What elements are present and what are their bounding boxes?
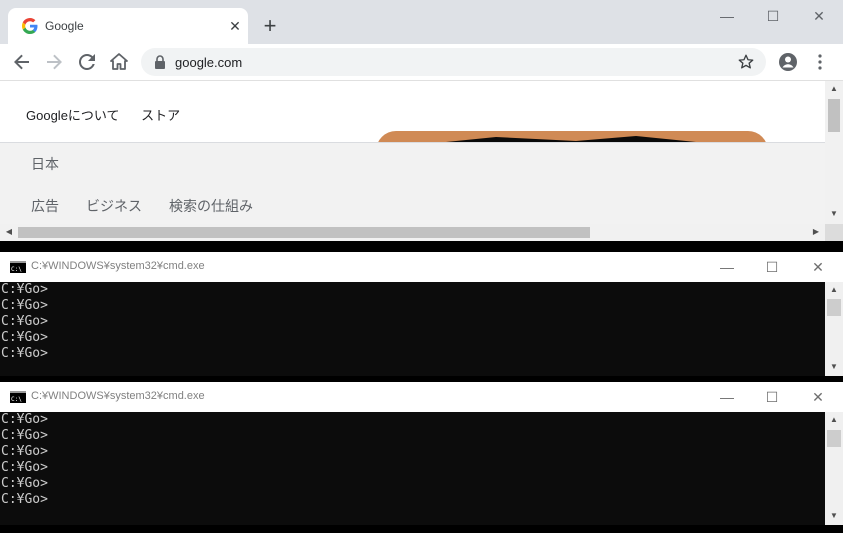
console-line: C:¥Go> bbox=[1, 330, 48, 345]
home-icon bbox=[110, 53, 128, 70]
console-scroll-thumb[interactable] bbox=[827, 299, 841, 316]
console-scroll-thumb[interactable] bbox=[827, 430, 841, 447]
scroll-left-arrow-icon[interactable]: ◀ bbox=[0, 227, 18, 236]
cmd-title: C:¥WINDOWS¥system32¥cmd.exe bbox=[31, 390, 205, 402]
cmd-window-2[interactable]: C:\ C:¥WINDOWS¥system32¥cmd.exe — ☐ ✕ C:… bbox=[0, 382, 843, 525]
forward-button[interactable] bbox=[42, 50, 66, 74]
scroll-up-arrow-icon[interactable]: ▲ bbox=[825, 415, 843, 424]
cmd-app-icon: C:\ bbox=[10, 391, 26, 403]
console-line: C:¥Go> bbox=[1, 314, 48, 329]
maximize-button[interactable]: ☐ bbox=[750, 4, 796, 28]
back-arrow-icon bbox=[14, 54, 29, 70]
google-favicon-icon bbox=[22, 18, 38, 34]
minimize-button[interactable]: — bbox=[704, 4, 750, 28]
scrollbar-corner bbox=[825, 224, 843, 241]
link-store[interactable]: ストア bbox=[141, 108, 180, 123]
scroll-up-arrow-icon[interactable]: ▲ bbox=[825, 84, 843, 93]
maximize-button[interactable]: ☐ bbox=[749, 385, 795, 409]
cmd-title: C:¥WINDOWS¥system32¥cmd.exe bbox=[31, 260, 205, 272]
country-label: 日本 bbox=[31, 156, 59, 172]
horizontal-scroll-thumb[interactable] bbox=[18, 227, 590, 238]
minimize-button[interactable]: — bbox=[704, 255, 750, 279]
new-tab-button[interactable]: + bbox=[258, 14, 282, 38]
kebab-menu-icon bbox=[818, 54, 822, 70]
maximize-button[interactable]: ☐ bbox=[749, 255, 795, 279]
console-line: C:¥Go> bbox=[1, 492, 48, 507]
back-button[interactable] bbox=[10, 50, 34, 74]
footer-links: 広告 ビジネス 検索の仕組み bbox=[0, 184, 825, 224]
vertical-scroll-thumb[interactable] bbox=[828, 99, 840, 132]
console-scrollbar[interactable]: ▲ ▼ bbox=[825, 282, 843, 376]
scroll-down-arrow-icon[interactable]: ▼ bbox=[825, 511, 843, 520]
browser-toolbar: google.com bbox=[0, 44, 843, 81]
home-button[interactable] bbox=[107, 50, 131, 74]
cmd-titlebar[interactable]: C:\ C:¥WINDOWS¥system32¥cmd.exe — ☐ ✕ bbox=[0, 252, 843, 282]
scroll-up-arrow-icon[interactable]: ▲ bbox=[825, 285, 843, 294]
console-line: C:¥Go> bbox=[1, 282, 48, 297]
top-links: Googleについて ストア bbox=[26, 105, 198, 124]
url-text[interactable]: google.com bbox=[175, 55, 242, 70]
account-icon bbox=[779, 53, 797, 71]
tab-close-icon[interactable]: ✕ bbox=[226, 17, 244, 35]
console-line: C:¥Go> bbox=[1, 428, 48, 443]
console-line: C:¥Go> bbox=[1, 460, 48, 475]
scroll-right-arrow-icon[interactable]: ▶ bbox=[807, 227, 825, 236]
browser-menu-button[interactable] bbox=[808, 50, 832, 74]
horizontal-scrollbar[interactable]: ◀ ▶ bbox=[0, 224, 825, 241]
close-button[interactable]: ✕ bbox=[795, 255, 841, 279]
console-output[interactable]: C:¥Go> C:¥Go> C:¥Go> C:¥Go> C:¥Go> bbox=[0, 282, 825, 376]
scroll-down-arrow-icon[interactable]: ▼ bbox=[825, 209, 843, 218]
console-line: C:¥Go> bbox=[1, 346, 48, 361]
cmd-window-1[interactable]: C:\ C:¥WINDOWS¥system32¥cmd.exe — ☐ ✕ C:… bbox=[0, 252, 843, 376]
forward-arrow-icon bbox=[47, 54, 62, 70]
console-line: C:¥Go> bbox=[1, 476, 48, 491]
cmd-titlebar[interactable]: C:\ C:¥WINDOWS¥system32¥cmd.exe — ☐ ✕ bbox=[0, 382, 843, 412]
tab-title: Google bbox=[45, 19, 84, 33]
page-viewport: Googleについて ストア 日本 広告 ビジネス 検索の仕組み bbox=[0, 81, 825, 224]
svg-text:C:\: C:\ bbox=[11, 396, 22, 403]
cmd-app-icon: C:\ bbox=[10, 261, 26, 273]
link-about-google[interactable]: Googleについて bbox=[26, 108, 120, 123]
console-line: C:¥Go> bbox=[1, 298, 48, 313]
account-button[interactable] bbox=[776, 50, 800, 74]
tab-google[interactable]: Google ✕ bbox=[8, 8, 248, 44]
reload-button[interactable] bbox=[75, 50, 99, 74]
star-icon[interactable] bbox=[737, 53, 755, 71]
address-bar[interactable]: google.com bbox=[141, 48, 766, 76]
footer-link-how-search-works[interactable]: 検索の仕組み bbox=[169, 196, 253, 216]
svg-text:C:\: C:\ bbox=[11, 266, 22, 273]
console-scrollbar[interactable]: ▲ ▼ bbox=[825, 412, 843, 525]
console-line: C:¥Go> bbox=[1, 444, 48, 459]
footer-country-bar: 日本 bbox=[0, 142, 825, 185]
console-output[interactable]: C:¥Go> C:¥Go> C:¥Go> C:¥Go> C:¥Go> C:¥Go… bbox=[0, 412, 825, 525]
scroll-down-arrow-icon[interactable]: ▼ bbox=[825, 362, 843, 371]
close-button[interactable]: ✕ bbox=[795, 385, 841, 409]
close-button[interactable]: ✕ bbox=[796, 4, 842, 28]
minimize-button[interactable]: — bbox=[704, 385, 750, 409]
vertical-scrollbar[interactable]: ▲ ▼ bbox=[825, 81, 843, 224]
reload-icon bbox=[79, 54, 95, 70]
tab-strip: Google ✕ + — ☐ ✕ bbox=[0, 0, 843, 44]
footer-link-business[interactable]: ビジネス bbox=[86, 196, 142, 216]
lock-icon bbox=[155, 55, 165, 69]
footer-link-ads[interactable]: 広告 bbox=[31, 196, 59, 216]
console-line: C:¥Go> bbox=[1, 412, 48, 427]
chrome-window: Google ✕ + — ☐ ✕ google.com Googleについて ス… bbox=[0, 0, 843, 241]
